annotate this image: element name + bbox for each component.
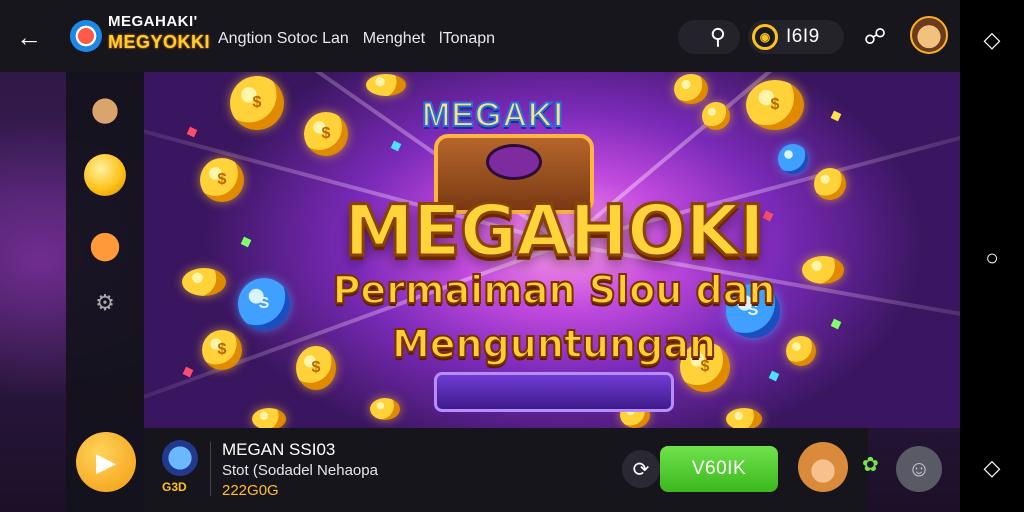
coin-decoration (702, 102, 730, 130)
banner-subtitle-1: Permaiman Slou dan (332, 267, 777, 313)
recent-apps-icon[interactable]: ◇ (978, 454, 1006, 482)
coin-balance[interactable]: ◉ I6I9 (748, 20, 844, 54)
coin-decoration (182, 268, 226, 296)
nav-item-3[interactable]: lTonapn (439, 30, 495, 48)
top-nav: Angtion Sotoc Lan Menghet lTonapn (218, 30, 495, 48)
banner-title: MEGAHOKI (343, 189, 767, 274)
nav-item-2[interactable]: Menghet (363, 30, 425, 48)
mascot-face (486, 144, 542, 180)
nav-back-icon[interactable]: ◇ (978, 26, 1006, 54)
game-info-bar: G3D MEGAN SSI03 Stot (Sodadel Nehaopa 22… (144, 428, 868, 512)
logo-line2: MEGYOKKI (108, 32, 211, 52)
sidebar-item-tools[interactable]: ⚙ (84, 282, 126, 324)
confetti (182, 366, 194, 378)
top-bar: ← MEGAHAKI' MEGYOKKI Angtion Sotoc Lan M… (0, 0, 960, 72)
game-description: Stot (Sodadel Nehaopa (222, 462, 378, 479)
game-tag: G3D (162, 480, 187, 494)
play-icon[interactable]: ▶ (76, 432, 136, 492)
confetti (240, 236, 252, 248)
coin-decoration: S (238, 278, 290, 330)
coin-decoration (252, 408, 286, 428)
confetti (390, 140, 402, 152)
leaf-icon: ✿ (862, 454, 879, 476)
nav-item-1[interactable]: Angtion Sotoc Lan (218, 30, 349, 48)
profile-button[interactable]: ☺ (896, 446, 942, 492)
system-nav-bar: ◇ ○ ◇ (960, 0, 1024, 512)
coin-decoration (370, 398, 400, 420)
search-button[interactable]: ⚲ (678, 20, 740, 54)
coin-decoration (726, 408, 762, 428)
search-icon: ⚲ (709, 24, 726, 49)
app-logo: MEGAHAKI' MEGYOKKI (108, 14, 210, 51)
promo-banner[interactable]: $ $ $ $ $ $ $ S S MEGAKI MEGAHOKI Permai… (144, 72, 960, 428)
confetti (830, 318, 842, 330)
game-icon (162, 440, 198, 476)
banner-sub-logo: MEGAKI (421, 95, 564, 135)
confetti (830, 110, 842, 122)
logo-line1: MEGAHAKI' (108, 13, 198, 30)
profile-icon: ☺ (907, 456, 931, 481)
coin-decoration (778, 144, 808, 174)
back-arrow-icon[interactable]: ← (12, 20, 46, 54)
banner-subtitle-2: Menguntungan (391, 321, 717, 367)
coin-decoration: $ (202, 330, 242, 370)
share-button[interactable]: ⟳ (622, 450, 660, 488)
confetti (186, 126, 198, 138)
slot-base (434, 372, 674, 412)
coin-balance-value: I6I9 (786, 26, 820, 47)
home-icon[interactable]: ○ (978, 244, 1006, 272)
coin-decoration (674, 74, 708, 104)
confetti (768, 370, 780, 382)
coin-decoration: $ (304, 112, 348, 156)
chat-icon[interactable]: ☍ (858, 20, 892, 54)
coin-decoration (366, 74, 406, 96)
logo-icon (70, 20, 102, 52)
avatar[interactable] (910, 16, 948, 54)
sidebar-item-pet[interactable] (84, 88, 126, 130)
divider (210, 442, 211, 496)
coin-decoration: $ (746, 80, 804, 130)
coin-decoration: $ (200, 158, 244, 202)
share-icon: ⟳ (632, 458, 650, 481)
bear-mascot-icon (798, 442, 848, 492)
game-name: MEGAN SSI03 (222, 440, 336, 459)
coin-icon: ◉ (752, 24, 778, 50)
game-number: 222G0G (222, 482, 279, 499)
play-button[interactable]: V60IK (660, 446, 778, 492)
sidebar-item-coins[interactable] (84, 154, 126, 196)
coin-decoration: $ (230, 76, 284, 130)
sidebar-item-gift[interactable] (84, 224, 126, 266)
